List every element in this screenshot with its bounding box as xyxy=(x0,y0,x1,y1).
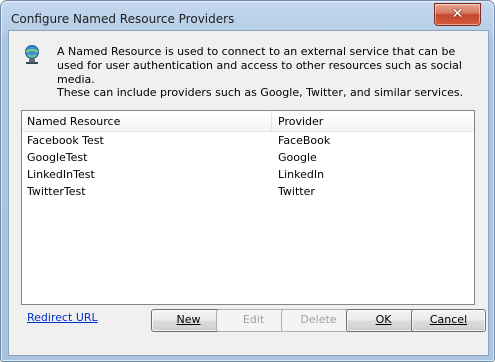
list-item[interactable]: GoogleTest Google xyxy=(22,150,474,167)
list-header: Named Resource Provider xyxy=(22,111,474,132)
column-header-named-resource[interactable]: Named Resource xyxy=(27,115,120,128)
dialog-body: A Named Resource is used to connect to a… xyxy=(8,30,489,356)
resource-provider: Google xyxy=(278,151,317,164)
named-resource-list[interactable]: Named Resource Provider Facebook Test Fa… xyxy=(21,110,475,305)
close-button[interactable]: ✕ xyxy=(434,3,481,26)
ok-button-label: OK xyxy=(375,313,392,326)
edit-button-label: Edit xyxy=(242,313,265,326)
ok-button[interactable]: OK xyxy=(346,309,421,332)
resource-name: Facebook Test xyxy=(27,134,104,147)
cancel-button-label: Cancel xyxy=(429,313,468,326)
window-title: Configure Named Resource Providers xyxy=(11,12,235,26)
resource-provider: LinkedIn xyxy=(278,168,325,181)
column-header-provider[interactable]: Provider xyxy=(278,115,323,128)
list-item[interactable]: Facebook Test FaceBook xyxy=(22,133,474,150)
list-item[interactable]: TwitterTest Twitter xyxy=(22,184,474,201)
delete-button[interactable]: Delete xyxy=(281,309,356,332)
close-icon: ✕ xyxy=(451,6,464,22)
resource-name: TwitterTest xyxy=(27,185,86,198)
delete-button-label: Delete xyxy=(300,313,337,326)
resource-provider: Twitter xyxy=(278,185,315,198)
description-text: A Named Resource is used to connect to a… xyxy=(57,45,462,86)
redirect-url-link[interactable]: Redirect URL xyxy=(27,311,98,324)
cancel-button[interactable]: Cancel xyxy=(411,309,486,332)
list-item[interactable]: LinkedInTest LinkedIn xyxy=(22,167,474,184)
resource-name: LinkedInTest xyxy=(27,168,95,181)
dialog-window: Configure Named Resource Providers ✕ A N… xyxy=(0,0,495,362)
providers-note: These can include providers such as Goog… xyxy=(57,86,464,99)
new-button[interactable]: New xyxy=(151,309,226,332)
new-button-label: New xyxy=(176,313,201,326)
edit-button[interactable]: Edit xyxy=(216,309,291,332)
column-separator[interactable] xyxy=(271,111,272,131)
resource-name: GoogleTest xyxy=(27,151,88,164)
globe-user-icon xyxy=(25,45,39,64)
resource-provider: FaceBook xyxy=(278,134,331,147)
